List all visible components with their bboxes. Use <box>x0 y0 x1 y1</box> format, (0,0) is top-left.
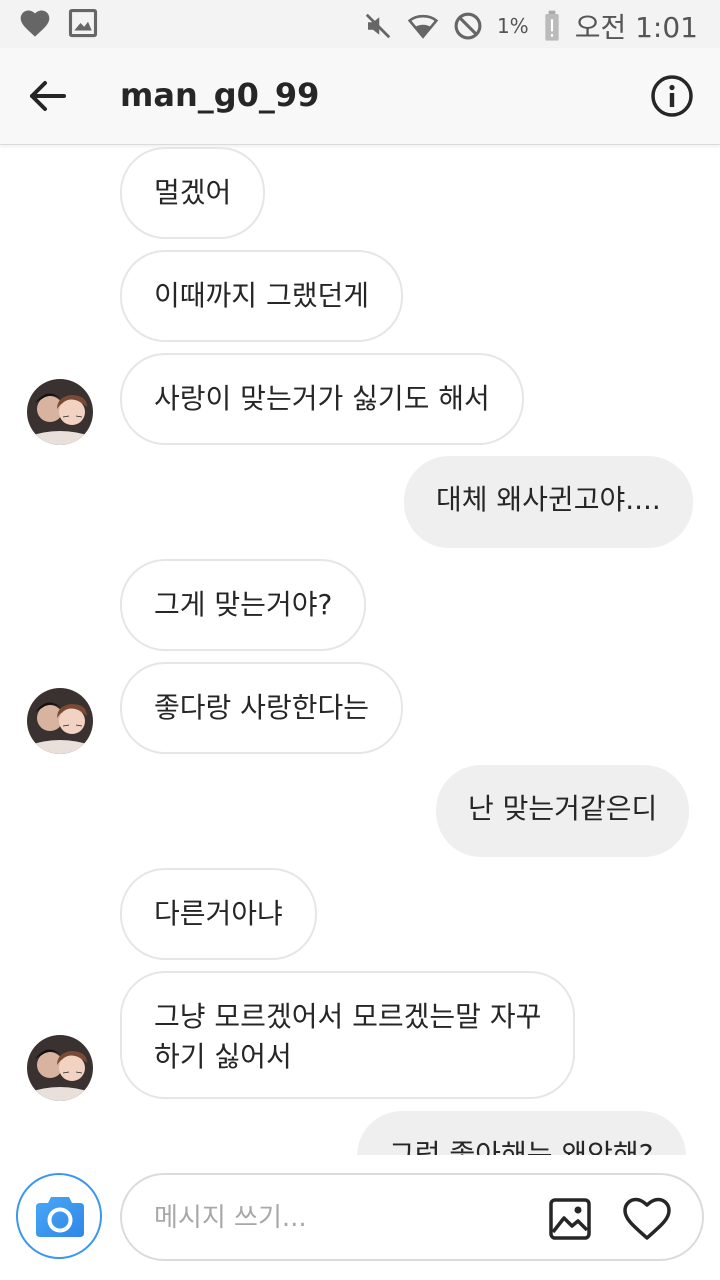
image-icon <box>68 8 98 38</box>
message-bubble[interactable]: 그게 맞는거야? <box>120 559 367 651</box>
status-left-icons <box>18 8 98 38</box>
message-input-container <box>120 1173 704 1261</box>
message-bubble[interactable]: 사랑이 맞는거가 싫기도 해서 <box>120 353 524 445</box>
mute-icon <box>365 13 391 39</box>
gallery-icon[interactable] <box>548 1197 592 1241</box>
wifi-icon <box>407 14 439 39</box>
status-right: 1% 오전 1:01 <box>363 6 698 46</box>
message-bubble[interactable]: 그냥 모르겠어서 모르겠는말 자꾸 하기 싫어서 <box>120 971 576 1099</box>
status-time: 오전 1:01 <box>574 11 698 44</box>
avatar[interactable] <box>27 688 93 754</box>
battery-percent: 1% <box>496 14 529 38</box>
battery-icon <box>545 10 559 41</box>
message-bubble[interactable]: 좋다랑 사랑한다는 <box>120 662 403 754</box>
no-disturb-icon <box>454 12 482 40</box>
message-bubble[interactable]: 다른거아냐 <box>120 868 317 960</box>
chat-username[interactable]: man_g0_99 <box>120 76 319 114</box>
message-bubble[interactable]: 멀겠어 <box>120 147 266 239</box>
message-composer <box>0 1155 720 1280</box>
message-bubble[interactable]: 대체 왜사귄고야.... <box>404 456 693 548</box>
message-bubble[interactable]: 이때까지 그랬던게 <box>120 250 403 342</box>
heart-icon <box>20 10 50 37</box>
camera-button[interactable] <box>16 1173 102 1259</box>
heart-icon[interactable] <box>622 1195 672 1243</box>
message-thread: 멀겠어 이때까지 그랬던게 사랑이 맞는거가 싫기도 해서 대체 왜사귄고야..… <box>0 145 720 1155</box>
info-icon[interactable] <box>650 74 694 118</box>
back-arrow-icon[interactable] <box>28 78 68 114</box>
message-bubble[interactable]: 난 맞는거같은디 <box>436 765 690 857</box>
chat-header: man_g0_99 <box>0 48 720 145</box>
message-input[interactable] <box>152 1197 536 1239</box>
status-bar: 1% 오전 1:01 <box>0 0 720 48</box>
message-bubble[interactable]: 그럼 좋아해는 왜안해? <box>357 1111 686 1155</box>
avatar[interactable] <box>27 379 93 445</box>
avatar[interactable] <box>27 1035 93 1101</box>
camera-icon <box>36 1197 84 1237</box>
